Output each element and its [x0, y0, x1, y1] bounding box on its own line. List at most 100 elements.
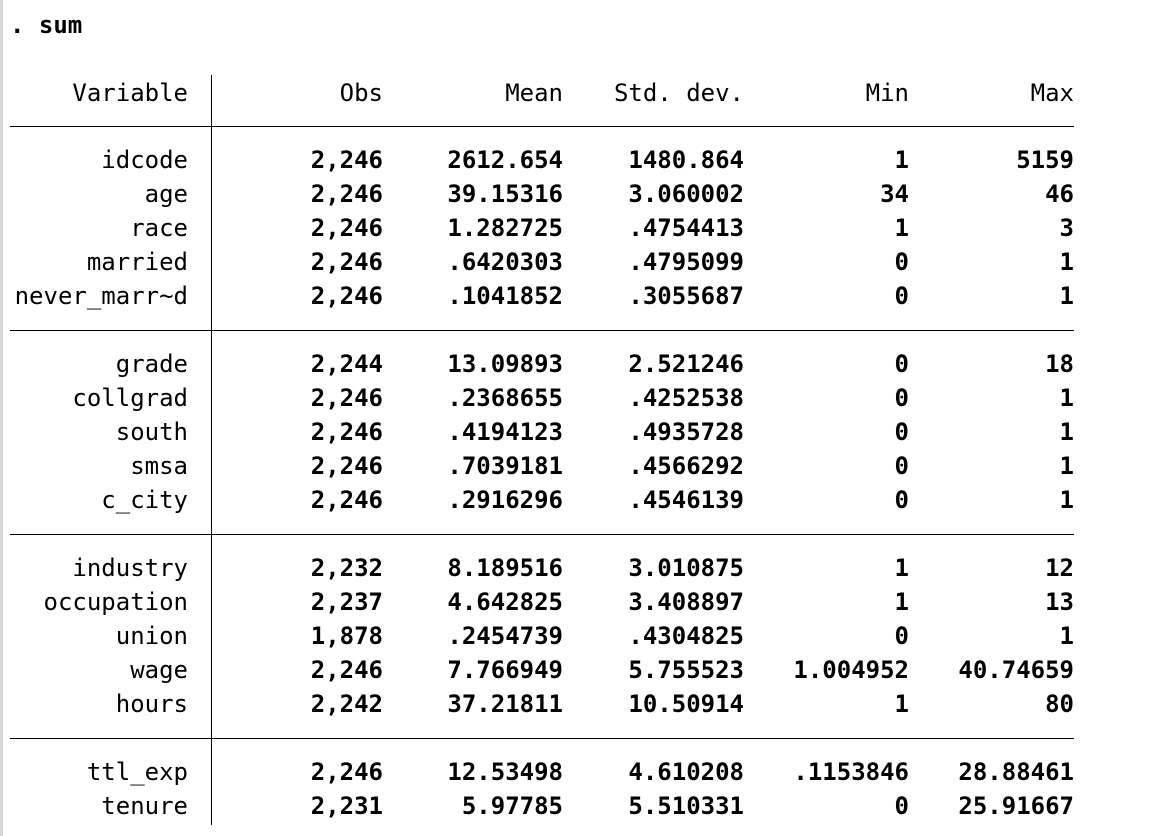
table-header-row: Variable Obs Mean Std. dev. Min Max: [0, 76, 1159, 110]
obs-value: 2,231: [310, 792, 383, 820]
min-value: 1: [894, 690, 909, 718]
max-value: 18: [1045, 350, 1074, 378]
std-dev-value: 5.755523: [628, 656, 744, 684]
header-obs: Obs: [339, 79, 383, 107]
obs-value: 2,244: [310, 350, 383, 378]
obs-value: 2,246: [310, 180, 383, 208]
min-value: 0: [894, 452, 909, 480]
std-dev-value: 3.060002: [628, 180, 744, 208]
std-dev-value: 2.521246: [628, 350, 744, 378]
command-line: . sum: [10, 11, 83, 39]
obs-value: 2,246: [310, 282, 383, 310]
variable-name: industry: [72, 554, 188, 582]
obs-value: 2,246: [310, 146, 383, 174]
std-dev-value: 3.408897: [628, 588, 744, 616]
min-value: 1: [894, 146, 909, 174]
std-dev-value: .4754413: [628, 214, 744, 242]
table-row: c_city 2,246 .2916296 .4546139 0 1: [0, 483, 1159, 517]
obs-value: 2,242: [310, 690, 383, 718]
table-row: smsa 2,246 .7039181 .4566292 0 1: [0, 449, 1159, 483]
variable-name: union: [115, 622, 188, 650]
mean-value: .7039181: [447, 452, 563, 480]
obs-value: 2,246: [310, 486, 383, 514]
variable-name: age: [144, 180, 188, 208]
max-value: 40.74659: [958, 656, 1074, 684]
obs-value: 2,246: [310, 452, 383, 480]
min-value: 0: [894, 350, 909, 378]
variable-name: race: [130, 214, 188, 242]
min-value: 1: [894, 588, 909, 616]
min-value: .1153846: [793, 758, 909, 786]
min-value: 0: [894, 622, 909, 650]
max-value: 1: [1059, 384, 1074, 412]
min-value: 0: [894, 282, 909, 310]
mean-value: 39.15316: [447, 180, 563, 208]
mean-value: .2916296: [447, 486, 563, 514]
std-dev-value: .4304825: [628, 622, 744, 650]
mean-value: 1.282725: [447, 214, 563, 242]
table-row: union 1,878 .2454739 .4304825 0 1: [0, 619, 1159, 653]
std-dev-value: .4935728: [628, 418, 744, 446]
header-max: Max: [1030, 79, 1074, 107]
min-value: 0: [894, 486, 909, 514]
max-value: 80: [1045, 690, 1074, 718]
std-dev-value: 10.50914: [628, 690, 744, 718]
group-separator: [10, 534, 1074, 535]
max-value: 1: [1059, 486, 1074, 514]
mean-value: .1041852: [447, 282, 563, 310]
table-row: age 2,246 39.15316 3.060002 34 46: [0, 177, 1159, 211]
max-value: 1: [1059, 248, 1074, 276]
table-row: race 2,246 1.282725 .4754413 1 3: [0, 211, 1159, 245]
std-dev-value: 3.010875: [628, 554, 744, 582]
std-dev-value: .4795099: [628, 248, 744, 276]
table-row: occupation 2,237 4.642825 3.408897 1 13: [0, 585, 1159, 619]
table-row: wage 2,246 7.766949 5.755523 1.004952 40.7465…: [0, 653, 1159, 687]
variable-name: south: [115, 418, 188, 446]
min-value: 0: [894, 384, 909, 412]
std-dev-value: 5.510331: [628, 792, 744, 820]
max-value: 25.91667: [958, 792, 1074, 820]
max-value: 28.88461: [958, 758, 1074, 786]
std-dev-value: .3055687: [628, 282, 744, 310]
variable-name: smsa: [130, 452, 188, 480]
obs-value: 2,246: [310, 656, 383, 684]
max-value: 13: [1045, 588, 1074, 616]
min-value: 1.004952: [793, 656, 909, 684]
mean-value: .4194123: [447, 418, 563, 446]
group-separator: [10, 738, 1074, 739]
obs-value: 2,237: [310, 588, 383, 616]
variable-name: never_marr~d: [14, 282, 188, 310]
mean-value: 37.21811: [447, 690, 563, 718]
max-value: 3: [1059, 214, 1074, 242]
mean-value: 7.766949: [447, 656, 563, 684]
variable-name: ttl_exp: [86, 758, 188, 786]
min-value: 34: [880, 180, 909, 208]
obs-value: 1,878: [310, 622, 383, 650]
variable-name: collgrad: [72, 384, 188, 412]
max-value: 1: [1059, 282, 1074, 310]
variable-name: idcode: [101, 146, 188, 174]
mean-value: 2612.654: [447, 146, 563, 174]
table-row: never_marr~d 2,246 .1041852 .3055687 0 1: [0, 279, 1159, 313]
table-row: collgrad 2,246 .2368655 .4252538 0 1: [0, 381, 1159, 415]
variable-name: tenure: [101, 792, 188, 820]
min-value: 0: [894, 792, 909, 820]
variable-name: c_city: [101, 486, 188, 514]
obs-value: 2,246: [310, 418, 383, 446]
mean-value: 12.53498: [447, 758, 563, 786]
max-value: 1: [1059, 418, 1074, 446]
table-row: married 2,246 .6420303 .4795099 0 1: [0, 245, 1159, 279]
max-value: 46: [1045, 180, 1074, 208]
max-value: 12: [1045, 554, 1074, 582]
variable-name: hours: [115, 690, 188, 718]
std-dev-value: 4.610208: [628, 758, 744, 786]
max-value: 5159: [1016, 146, 1074, 174]
table-row: industry 2,232 8.189516 3.010875 1 12: [0, 551, 1159, 585]
header-separator: [10, 126, 1074, 127]
min-value: 1: [894, 214, 909, 242]
mean-value: 4.642825: [447, 588, 563, 616]
std-dev-value: .4252538: [628, 384, 744, 412]
obs-value: 2,232: [310, 554, 383, 582]
header-std-dev: Std. dev.: [613, 79, 744, 107]
std-dev-value: .4546139: [628, 486, 744, 514]
